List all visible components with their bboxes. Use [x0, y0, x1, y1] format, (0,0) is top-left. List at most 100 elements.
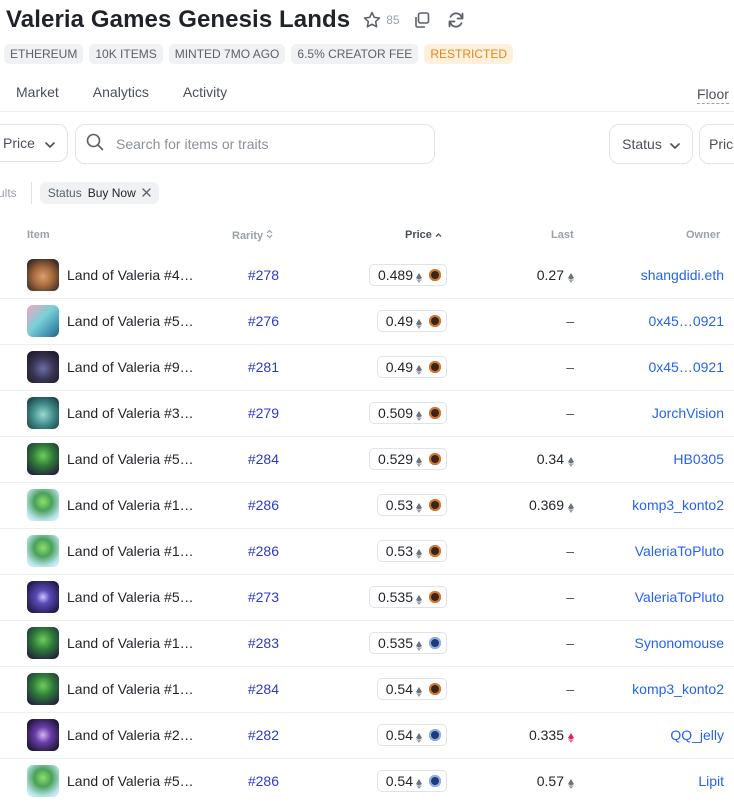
- floor-toggle[interactable]: Floor: [697, 86, 729, 104]
- table-row[interactable]: Land of Valeria #3… #279 0.509 – JorchVi…: [0, 391, 734, 437]
- table-row[interactable]: Land of Valeria #5… #273 0.535 – Valeria…: [0, 575, 734, 621]
- item-thumbnail[interactable]: [27, 443, 59, 475]
- owner-link[interactable]: shangdidi.eth: [641, 267, 724, 283]
- price-value: 0.529: [377, 451, 413, 467]
- price-sort-dropdown[interactable]: Price: [0, 124, 68, 162]
- item-name[interactable]: Land of Valeria #5…: [67, 313, 212, 329]
- price-button[interactable]: 0.529: [368, 448, 447, 470]
- item-rarity[interactable]: #281: [218, 359, 279, 375]
- owner-link[interactable]: ValeriaToPluto: [635, 543, 724, 559]
- price-button[interactable]: 0.53: [376, 540, 447, 562]
- item-name[interactable]: Land of Valeria #5…: [67, 451, 212, 467]
- active-filter-chip[interactable]: Status Buy Now: [39, 182, 159, 204]
- owner-link[interactable]: 0x45…0921: [648, 359, 724, 375]
- price-button[interactable]: 0.54: [376, 724, 447, 746]
- price-button[interactable]: 0.54: [376, 770, 447, 792]
- item-rarity[interactable]: #273: [218, 589, 279, 605]
- price-button[interactable]: 0.49: [376, 356, 447, 378]
- table-row[interactable]: Land of Valeria #1… #284 0.54 – komp3_ko…: [0, 667, 734, 713]
- price-button[interactable]: 0.509: [368, 402, 447, 424]
- item-name[interactable]: Land of Valeria #1…: [67, 497, 212, 513]
- payment-token-icon: [429, 361, 441, 373]
- item-thumbnail[interactable]: [27, 397, 59, 429]
- tab-activity[interactable]: Activity: [183, 84, 227, 100]
- item-rarity[interactable]: #276: [218, 313, 279, 329]
- eth-icon: [416, 546, 422, 559]
- owner-link[interactable]: komp3_konto2: [632, 497, 724, 513]
- copy-icon[interactable]: [412, 10, 432, 30]
- close-icon[interactable]: [142, 186, 151, 200]
- star-icon[interactable]: [362, 10, 382, 30]
- item-rarity[interactable]: #286: [218, 773, 279, 789]
- item-thumbnail[interactable]: [27, 765, 59, 797]
- price-button[interactable]: 0.54: [376, 678, 447, 700]
- item-thumbnail[interactable]: [27, 489, 59, 521]
- column-header-price[interactable]: Price: [405, 229, 442, 241]
- item-thumbnail[interactable]: [27, 673, 59, 705]
- price-button[interactable]: 0.49: [376, 310, 447, 332]
- item-thumbnail[interactable]: [27, 627, 59, 659]
- item-rarity[interactable]: #279: [218, 405, 279, 421]
- price-button[interactable]: 0.489: [368, 264, 447, 286]
- item-thumbnail[interactable]: [27, 535, 59, 567]
- item-name[interactable]: Land of Valeria #2…: [67, 727, 212, 743]
- item-rarity[interactable]: #282: [218, 727, 279, 743]
- table-row[interactable]: Land of Valeria #5… #276 0.49 – 0x45…092…: [0, 299, 734, 345]
- price-value: 0.49: [385, 359, 413, 375]
- owner-link[interactable]: QQ_jelly: [670, 727, 724, 743]
- price-button[interactable]: 0.535: [368, 632, 447, 654]
- payment-token-icon: [429, 407, 441, 419]
- item-name[interactable]: Land of Valeria #9…: [67, 359, 212, 375]
- search-box[interactable]: [75, 124, 435, 164]
- item-name[interactable]: Land of Valeria #1…: [67, 635, 212, 651]
- item-name[interactable]: Land of Valeria #4…: [67, 267, 212, 283]
- item-name[interactable]: Land of Valeria #3…: [67, 405, 212, 421]
- item-name[interactable]: Land of Valeria #5…: [67, 589, 212, 605]
- table-row[interactable]: Land of Valeria #2… #282 0.54 0.335 QQ_j…: [0, 713, 734, 759]
- table-row[interactable]: Land of Valeria #5… #284 0.529 0.34 HB03…: [0, 437, 734, 483]
- price-button[interactable]: 0.535: [368, 586, 447, 608]
- price-value: 0.54: [385, 773, 413, 789]
- payment-token-icon: [429, 775, 441, 787]
- item-rarity[interactable]: #286: [218, 497, 279, 513]
- owner-link[interactable]: komp3_konto2: [632, 681, 724, 697]
- item-rarity[interactable]: #284: [218, 451, 279, 467]
- item-rarity[interactable]: #283: [218, 635, 279, 651]
- status-dropdown[interactable]: Status: [609, 124, 693, 164]
- item-rarity[interactable]: #284: [218, 681, 279, 697]
- item-name[interactable]: Land of Valeria #1…: [67, 681, 212, 697]
- rarity-header-label: Rarity: [232, 229, 264, 242]
- table-row[interactable]: Land of Valeria #9… #281 0.49 – 0x45…092…: [0, 345, 734, 391]
- column-header-last[interactable]: Last: [551, 229, 574, 241]
- last-sale: 0.335: [529, 727, 574, 743]
- item-thumbnail[interactable]: [27, 719, 59, 751]
- owner-link[interactable]: HB0305: [673, 451, 724, 467]
- owner-link[interactable]: Lipit: [698, 773, 724, 789]
- owner-link[interactable]: ValeriaToPluto: [635, 589, 724, 605]
- owner-link[interactable]: 0x45…0921: [648, 313, 724, 329]
- refresh-icon[interactable]: [446, 10, 466, 30]
- item-name[interactable]: Land of Valeria #1…: [67, 543, 212, 559]
- item-thumbnail[interactable]: [27, 305, 59, 337]
- table-row[interactable]: Land of Valeria #5… #286 0.54 0.57 Lipit: [0, 759, 734, 804]
- item-thumbnail[interactable]: [27, 259, 59, 291]
- item-name[interactable]: Land of Valeria #5…: [67, 773, 212, 789]
- tab-analytics[interactable]: Analytics: [93, 84, 149, 100]
- tab-market[interactable]: Market: [16, 84, 59, 100]
- chip-restricted[interactable]: RESTRICTED: [424, 44, 513, 64]
- item-thumbnail[interactable]: [27, 581, 59, 613]
- price-button[interactable]: 0.53: [376, 494, 447, 516]
- item-rarity[interactable]: #278: [218, 267, 279, 283]
- table-row[interactable]: Land of Valeria #4… #278 0.489 0.27 shan…: [0, 253, 734, 299]
- price-filter-dropdown[interactable]: Pric: [699, 124, 734, 164]
- table-row[interactable]: Land of Valeria #1… #283 0.535 – Synonom…: [0, 621, 734, 667]
- search-input[interactable]: [114, 135, 418, 153]
- item-rarity[interactable]: #286: [218, 543, 279, 559]
- last-sale-value: –: [566, 681, 574, 697]
- owner-link[interactable]: Synonomouse: [634, 635, 724, 651]
- owner-link[interactable]: JorchVision: [652, 405, 724, 421]
- table-row[interactable]: Land of Valeria #1… #286 0.53 – ValeriaT…: [0, 529, 734, 575]
- column-header-rarity[interactable]: Rarity: [232, 229, 273, 242]
- table-row[interactable]: Land of Valeria #1… #286 0.53 0.369 komp…: [0, 483, 734, 529]
- item-thumbnail[interactable]: [27, 351, 59, 383]
